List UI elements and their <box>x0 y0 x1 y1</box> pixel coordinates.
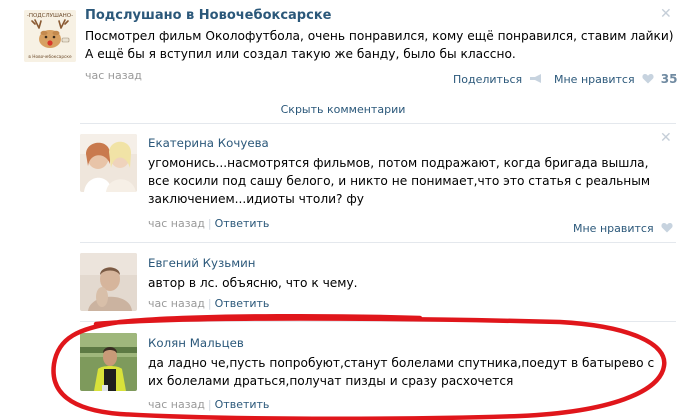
annotation-ellipse <box>51 313 667 420</box>
